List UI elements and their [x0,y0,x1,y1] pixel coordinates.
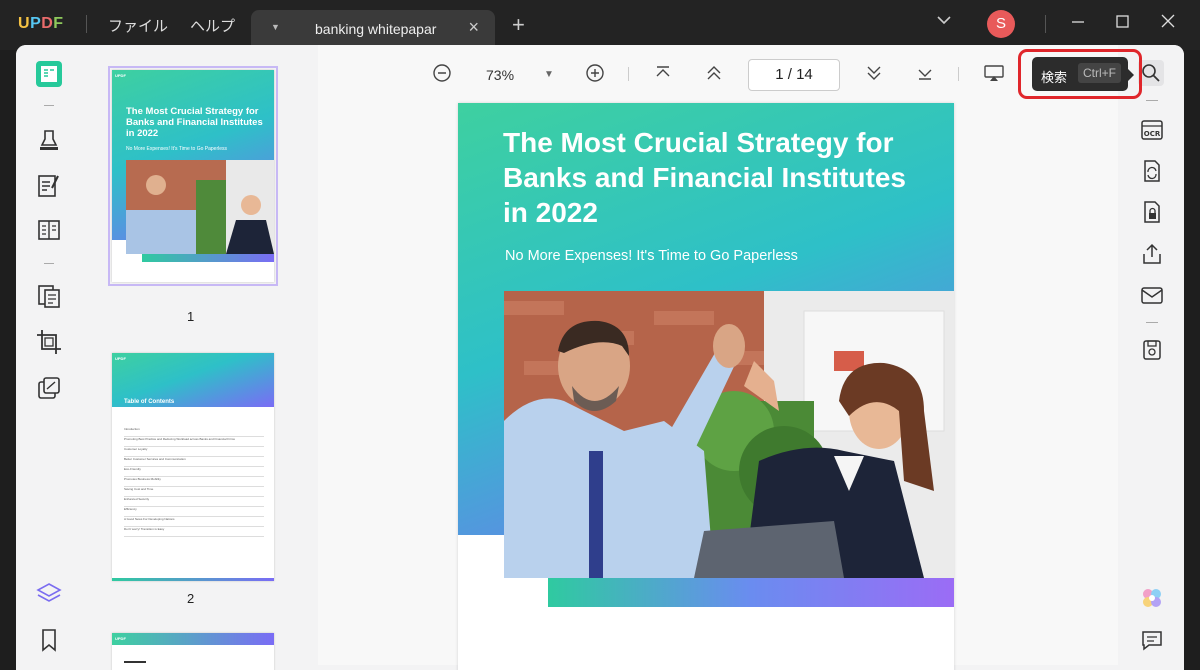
protect-icon[interactable] [1140,200,1164,224]
thumbnail-header [112,633,274,645]
thumbnail-stripe [142,254,274,262]
previous-page-icon[interactable] [704,63,724,83]
toc-line: Better Customer Services and Communicati… [124,457,264,467]
thumbnail-page-number: 1 [187,309,195,324]
document-title: The Most Crucial Strategy for Banks and … [503,127,906,228]
right-toolbar: OCR [1118,45,1184,665]
app-window: UPDF The Most Crucial Strategy for Banks… [16,45,1184,670]
ocr-icon[interactable]: OCR [1140,118,1164,142]
email-icon[interactable] [1140,283,1164,307]
zoom-in-icon[interactable] [585,63,605,83]
thumbnail-logo: UPDF [115,73,126,78]
tab-close-icon[interactable]: × [468,17,479,38]
edit-pdf-icon[interactable] [36,173,62,199]
document-viewer: 73% ▼ 1 / 14 The Most Crucial Strategy f… [318,45,1118,670]
toc-line: Saving Cost and Time [124,487,264,497]
avatar[interactable]: S [987,10,1015,38]
menu-file[interactable]: ファイル [108,15,168,36]
thumbnail-logo: UPDF [115,356,126,361]
current-page: 1 [775,66,784,83]
thumbnail-page-3[interactable]: UPDF [112,633,274,670]
layers-icon[interactable] [36,581,62,607]
toc-line: Efficiency [124,507,264,517]
organize-pages-icon[interactable] [36,283,62,309]
minimize-icon[interactable] [1070,12,1086,32]
app-logo: UPDF [18,15,64,32]
thumbnail-page-number: 2 [187,591,195,606]
thumbnail-photo [126,160,274,254]
thumbnail-page-2[interactable]: UPDF Table of Contents Introduction Promo… [112,353,274,581]
thumbnail-toc-list: Introduction Promoting Best Practice and … [124,427,264,537]
thumbnail-footer-stripe [112,578,274,581]
document-tab[interactable]: ▼ banking whitepapar × [251,10,495,50]
zoom-level[interactable]: 73% [486,67,514,83]
new-tab-button[interactable]: + [512,12,525,38]
crop-icon[interactable] [36,329,62,355]
tab-dropdown-icon[interactable]: ▼ [271,22,280,32]
toc-line: A Good News For Developing Nations [124,517,264,527]
cover-stripe [548,578,954,607]
toc-line: Customer Loyalty [124,447,264,457]
bookmark-icon[interactable] [36,627,62,653]
thumbnail-logo: UPDF [115,636,126,641]
first-page-icon[interactable] [653,63,673,83]
highlight-annotation [1018,49,1142,99]
present-icon[interactable] [983,63,1005,83]
thumbnail-title: The Most Crucial Strategy for Banks and … [126,106,263,139]
toolbar-separator [628,67,629,81]
toc-line: Enhanced Security [124,497,264,507]
toolbar-separator [1146,322,1158,323]
toolbar-separator [44,263,54,264]
compare-icon[interactable] [36,375,62,401]
comment-icon[interactable] [1140,628,1164,652]
title-bar: UPDF ファイル ヘルプ ▼ banking whitepapar × + S [0,0,1200,50]
toc-line: Introduction [124,427,264,437]
chevron-down-icon[interactable] [936,12,952,28]
reader-mode-icon[interactable] [36,61,62,87]
document-subtitle: No More Expenses! It's Time to Go Paperl… [505,248,798,264]
toolbar-separator [958,67,959,81]
maximize-icon[interactable] [1115,12,1131,32]
zoom-dropdown-icon[interactable]: ▼ [544,69,554,80]
menu-help[interactable]: ヘルプ [190,15,235,36]
title-separator [86,15,87,33]
form-icon[interactable] [36,217,62,243]
toolbar-separator [1146,100,1158,101]
toc-line: Promotes Business Mobility [124,477,264,487]
toolbar-separator [44,105,54,106]
share-icon[interactable] [1140,242,1164,266]
pdf-page: The Most Crucial Strategy for Banks and … [458,103,954,670]
thumbnail-panel: UPDF The Most Crucial Strategy for Banks… [82,45,318,670]
thumbnail-text-line [124,661,146,663]
toc-line: Eco-Friendly [124,467,264,477]
save-icon[interactable] [1140,338,1164,362]
cover-photo [504,291,954,578]
page-number-input[interactable]: 1 / 14 [748,59,840,91]
thumbnail-subtitle: No More Expenses! It's Time to Go Paperl… [126,146,227,152]
title-separator [1045,15,1046,33]
tab-title: banking whitepapar [315,21,437,37]
page-separator: / [787,66,792,83]
thumbnail-toc-title: Table of Contents [124,399,175,405]
ai-assistant-icon[interactable] [1140,586,1164,610]
next-page-icon[interactable] [864,63,884,83]
convert-icon[interactable] [1140,159,1164,183]
total-pages: 14 [796,66,813,83]
left-toolbar [16,45,82,665]
toc-line: Don't worry! Transition is Easy [124,527,264,537]
close-window-icon[interactable] [1160,12,1176,32]
toc-line: Promoting Best Practice and Reducing Wor… [124,437,264,447]
thumbnail-page-1[interactable]: UPDF The Most Crucial Strategy for Banks… [108,66,278,286]
last-page-icon[interactable] [915,63,935,83]
highlighter-icon[interactable] [36,127,62,153]
svg-text:OCR: OCR [1144,130,1161,138]
zoom-out-icon[interactable] [432,63,452,83]
viewer-toolbar: 73% ▼ 1 / 14 [318,45,1118,103]
